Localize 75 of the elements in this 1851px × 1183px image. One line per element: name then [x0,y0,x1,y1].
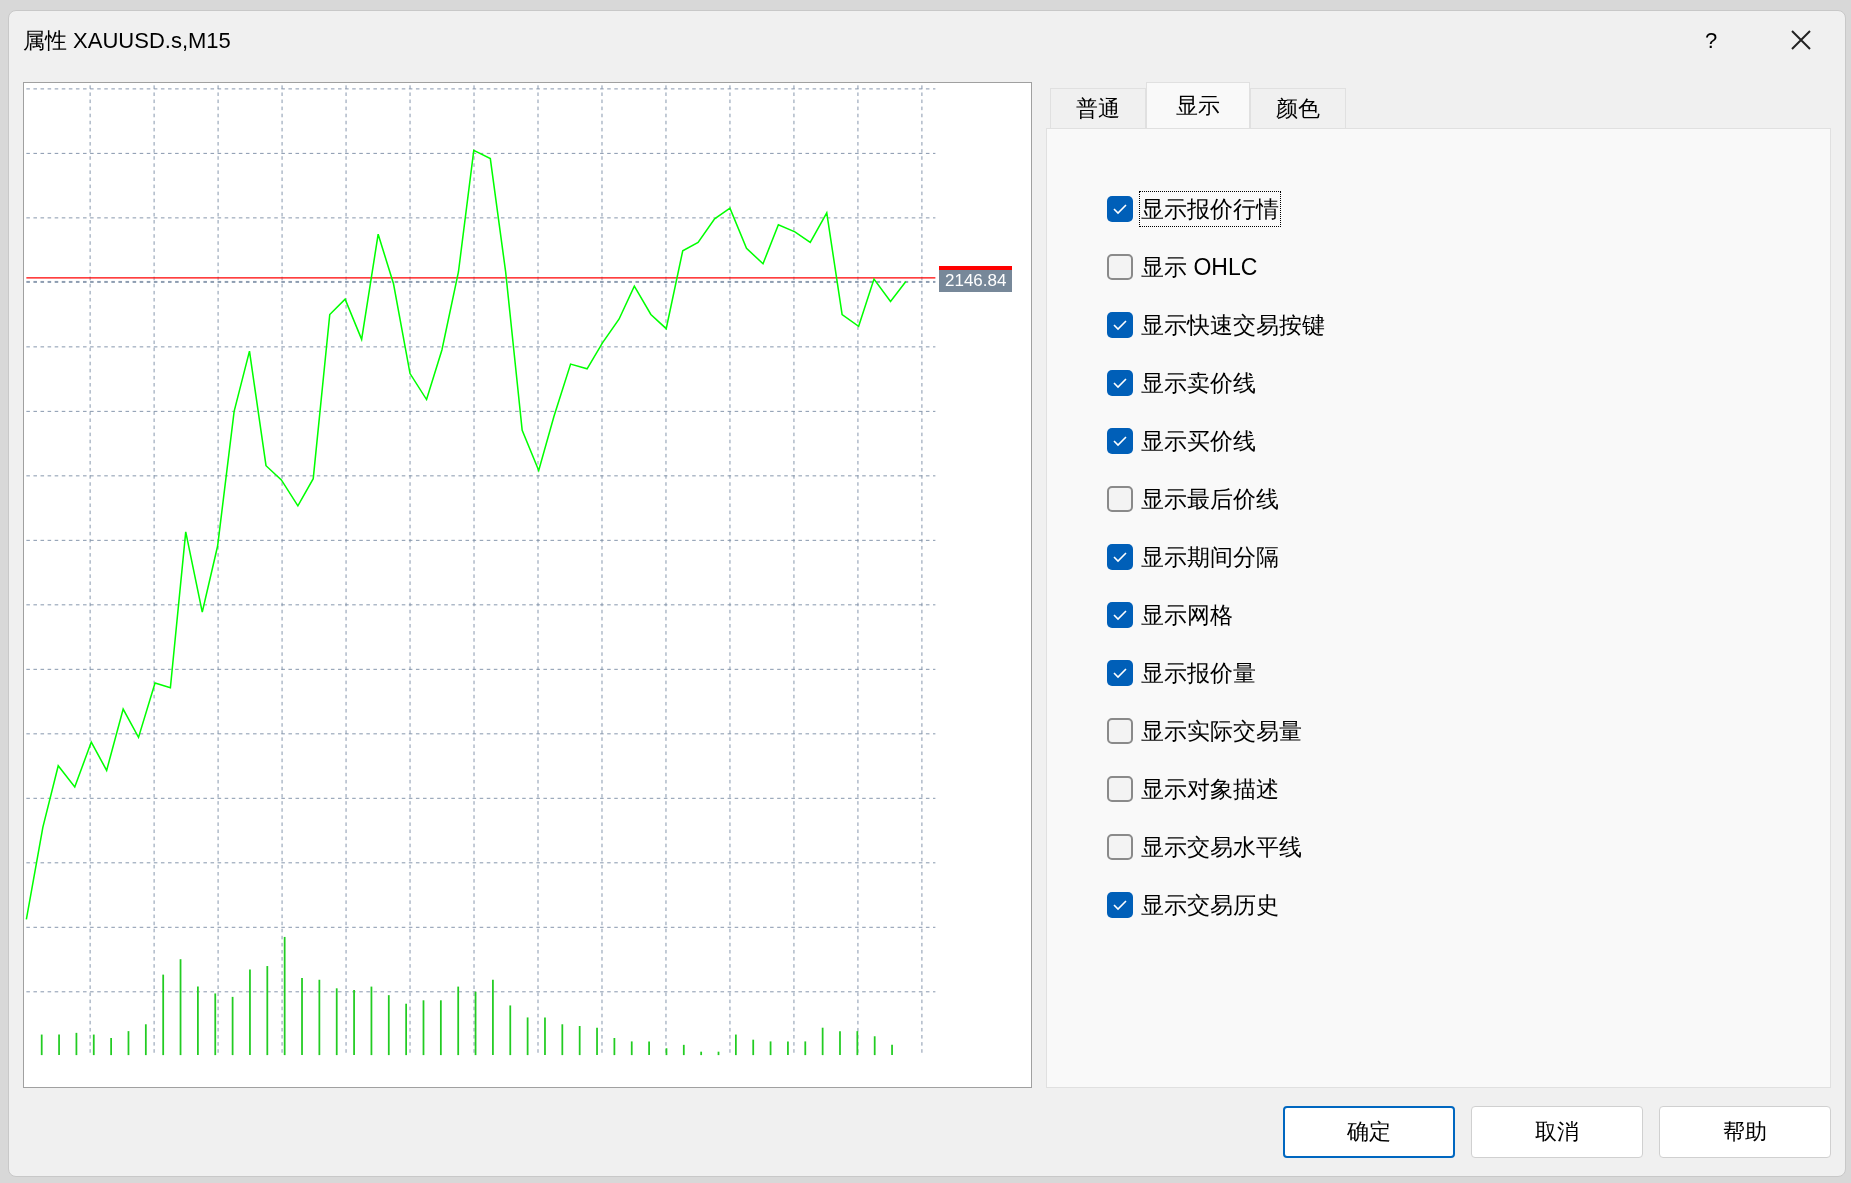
option-label: 显示网格 [1140,600,1234,630]
option-label: 显示报价量 [1140,658,1257,688]
volume-bar [231,995,234,1056]
volume-bar [144,1023,147,1056]
checkbox[interactable] [1107,659,1133,686]
volume-bar [700,1050,703,1056]
option-label: 显示对象描述 [1140,774,1280,804]
check-icon [1113,550,1127,563]
volume-bar [613,1036,616,1056]
option-label: 显示交易历史 [1140,890,1280,920]
check-icon [1113,202,1127,215]
help-button[interactable]: ? [1681,20,1741,61]
tab[interactable]: 普通 [1050,87,1146,128]
volume-bar [457,985,460,1056]
tab[interactable]: 显示 [1146,81,1250,128]
dialog-button[interactable]: 取消 [1471,1105,1643,1158]
volume-bar [821,1026,824,1056]
option-label: 显示实际交易量 [1140,716,1303,746]
checkbox[interactable] [1107,485,1133,512]
option-label: 显示最后价线 [1140,484,1280,514]
checkbox[interactable] [1107,427,1133,454]
volume-bar [769,1040,772,1056]
checkbox[interactable] [1107,253,1133,280]
checkbox[interactable] [1107,369,1133,396]
volume-bar [75,1031,78,1056]
check-icon [1113,898,1127,911]
check-icon [1113,666,1127,679]
option-label: 显示买价线 [1140,426,1257,456]
volume-bar [474,990,477,1056]
volume-bar [40,1033,43,1056]
volume-bar [370,985,373,1056]
volume-bar [422,999,425,1056]
dialog-button[interactable]: 帮助 [1659,1105,1831,1158]
check-icon [1113,318,1127,331]
volume-bar [509,1004,512,1056]
volume-bar [752,1038,755,1056]
volume-bar [873,1035,876,1056]
volume-bar [127,1030,130,1056]
check-icon [1113,608,1127,621]
volume-bar [405,1002,408,1056]
checkbox[interactable] [1107,891,1133,918]
tab[interactable]: 颜色 [1250,87,1346,128]
volume-bar [439,999,442,1056]
volume-bar [665,1047,668,1056]
volume-bar [561,1023,564,1056]
checkbox[interactable] [1107,195,1133,222]
volume-bar [578,1024,581,1056]
option-label: 显示报价行情 [1139,190,1281,228]
checkbox[interactable] [1107,543,1133,570]
price-label: 2146.84 [939,269,1013,292]
volume-bar [804,1040,807,1056]
volume-bar [335,987,338,1056]
volume-bar [682,1043,685,1056]
option-label: 显示快速交易按键 [1140,310,1326,340]
dialog-button[interactable]: 确定 [1283,1105,1455,1158]
volume-bar [717,1050,720,1056]
checkbox[interactable] [1107,717,1133,744]
window-title: 属性 XAUUSD.s,M15 [23,26,231,55]
volume-bar [526,1016,529,1056]
checkbox[interactable] [1107,311,1133,338]
volume-bar [856,1030,859,1056]
checkbox[interactable] [1107,775,1133,802]
volume-bar [387,994,390,1056]
option-label: 显示期间分隔 [1140,542,1280,572]
checkbox[interactable] [1107,601,1133,628]
volume-bar [630,1040,633,1056]
option-label: 显示 OHLC [1140,252,1259,282]
option-label: 显示卖价线 [1140,368,1257,398]
volume-bar [92,1033,95,1056]
check-icon [1113,376,1127,389]
check-icon [1113,434,1127,447]
volume-bar [214,992,217,1056]
close-icon [1790,29,1812,52]
option-label: 显示交易水平线 [1140,832,1303,862]
checkbox[interactable] [1107,833,1133,860]
